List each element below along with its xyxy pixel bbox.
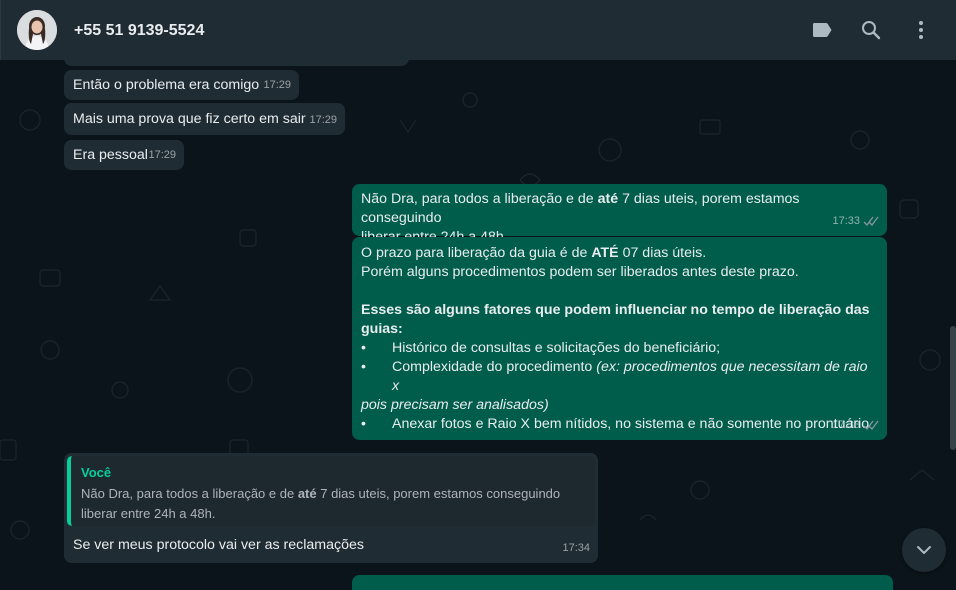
- message-time: 17:33: [832, 419, 860, 431]
- message-text: Se ver meus protocolo vai ver as reclama…: [73, 537, 364, 553]
- message-time: 17:29: [309, 114, 337, 126]
- message-list[interactable]: Então o problema era comigo 17:29 Mais u…: [0, 60, 956, 590]
- double-check-icon: [863, 216, 879, 226]
- label-icon[interactable]: [810, 18, 834, 42]
- message-meta: 17:33: [832, 212, 879, 231]
- message-bubble-incoming-partial: [64, 60, 409, 66]
- message-bubble-incoming[interactable]: Então o problema era comigo 17:29: [64, 70, 299, 100]
- message-bubble-incoming[interactable]: Era pessoal 17:29: [64, 140, 184, 170]
- message-text: O prazo para liberação da guia é de ATÉ …: [361, 245, 870, 432]
- message-time: 17:29: [263, 79, 291, 91]
- contact-avatar[interactable]: [17, 10, 57, 50]
- message-meta: 17:33: [832, 416, 879, 435]
- contact-name[interactable]: +55 51 9139-5524: [74, 22, 204, 40]
- message-bubble-outgoing-partial: [352, 575, 893, 590]
- search-icon[interactable]: [859, 18, 883, 42]
- message-bubble-outgoing[interactable]: Não Dra, para todos a liberação e de até…: [352, 184, 887, 245]
- scroll-to-bottom-button[interactable]: [902, 528, 946, 572]
- double-check-icon: [863, 420, 879, 430]
- message-text: Era pessoal: [73, 147, 148, 163]
- menu-icon[interactable]: [909, 18, 933, 42]
- quoted-message-text: Não Dra, para todos a liberação e de até…: [81, 486, 561, 521]
- message-time: 17:29: [148, 149, 176, 161]
- message-bubble-incoming-reply[interactable]: Você Não Dra, para todos a liberação e d…: [64, 453, 598, 563]
- message-bubble-outgoing[interactable]: O prazo para liberação da guia é de ATÉ …: [352, 237, 887, 440]
- chat-scrollbar[interactable]: [950, 326, 956, 450]
- message-text: Então o problema era comigo: [73, 77, 260, 93]
- message-bubble-incoming[interactable]: Mais uma prova que fiz certo em sair 17:…: [64, 103, 345, 135]
- chat-header: +55 51 9139-5524: [0, 0, 956, 60]
- message-text: Mais uma prova que fiz certo em sair: [73, 111, 306, 127]
- quoted-message[interactable]: Você Não Dra, para todos a liberação e d…: [67, 456, 595, 526]
- avatar-picture: [17, 10, 57, 50]
- quoted-message-author: Você: [81, 465, 112, 480]
- message-time: 17:33: [832, 215, 860, 227]
- chevron-down-icon: [917, 546, 931, 554]
- message-time: 17:34: [562, 542, 590, 554]
